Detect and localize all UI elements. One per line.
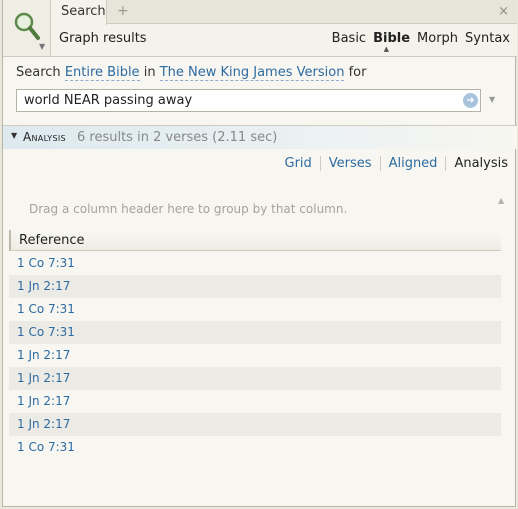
table-row[interactable]: 1 Jn 2:17 [9,275,501,298]
go-arrow-icon[interactable]: ➜ [463,93,478,108]
search-query-text: world NEAR passing away [24,93,193,108]
analysis-title: Analysis [23,130,66,144]
grid-rows: 1 Co 7:31 1 Jn 2:17 1 Co 7:31 1 Co 7:31 … [9,252,501,459]
analysis-section-header[interactable]: ▼ Analysis 6 results in 2 verses (2.11 s… [3,125,517,149]
mode-morph[interactable]: Morph [417,31,458,46]
view-selector: Grid Verses Aligned Analysis [277,156,508,171]
graph-results-link[interactable]: Graph results [59,31,147,46]
search-panel: ▼ Search + × Graph results Basic Bible Mor… [2,0,517,507]
collapse-triangle-icon[interactable]: ▼ [11,131,17,140]
chevron-down-icon: ▼ [39,42,46,51]
search-icon [14,12,40,40]
search-mode-selector: Basic Bible Morph Syntax ▲ [325,31,510,53]
tab-search[interactable]: Search [51,0,107,25]
tab-strip: Search + × [51,0,517,25]
mode-bible[interactable]: Bible [373,31,410,46]
group-by-hint: Drag a column header here to group by th… [29,202,348,216]
results-summary: 6 results in 2 verses (2.11 sec) [77,130,278,145]
column-header-reference[interactable]: Reference [9,230,501,251]
active-mode-caret-icon: ▲ [383,45,390,53]
mode-syntax[interactable]: Syntax [465,31,510,46]
add-tab-button[interactable]: + [117,3,129,19]
table-row[interactable]: 1 Jn 2:17 [9,344,501,367]
for-word: for [348,65,367,80]
in-word: in [143,65,156,80]
view-verses[interactable]: Verses [319,156,380,171]
search-description: Search Entire Bible in The New King Jame… [16,65,367,81]
table-row[interactable]: 1 Jn 2:17 [9,390,501,413]
search-history-dropdown[interactable]: ▼ [489,95,495,104]
search-prefix: Search [16,65,61,80]
table-row[interactable]: 1 Jn 2:17 [9,413,501,436]
view-analysis[interactable]: Analysis [445,156,508,171]
table-row[interactable]: 1 Co 7:31 [9,436,501,459]
panel-menu-button[interactable]: ▼ [3,0,51,56]
view-aligned[interactable]: Aligned [379,156,446,171]
close-icon[interactable]: × [498,4,509,19]
version-dropdown[interactable]: The New King James Version [159,65,345,81]
scope-dropdown[interactable]: Entire Bible [64,65,140,81]
mode-basic[interactable]: Basic [332,31,366,46]
table-row[interactable]: 1 Co 7:31 [9,252,501,275]
table-row[interactable]: 1 Co 7:31 [9,298,501,321]
table-row[interactable]: 1 Jn 2:17 [9,367,501,390]
panel-header: ▼ Search + × Graph results Basic Bible Mor… [3,0,517,57]
results-grid: Drag a column header here to group by th… [9,195,501,485]
search-input[interactable]: world NEAR passing away ➜ [16,89,481,112]
table-row[interactable]: 1 Co 7:31 [9,321,501,344]
view-grid[interactable]: Grid [277,156,320,171]
